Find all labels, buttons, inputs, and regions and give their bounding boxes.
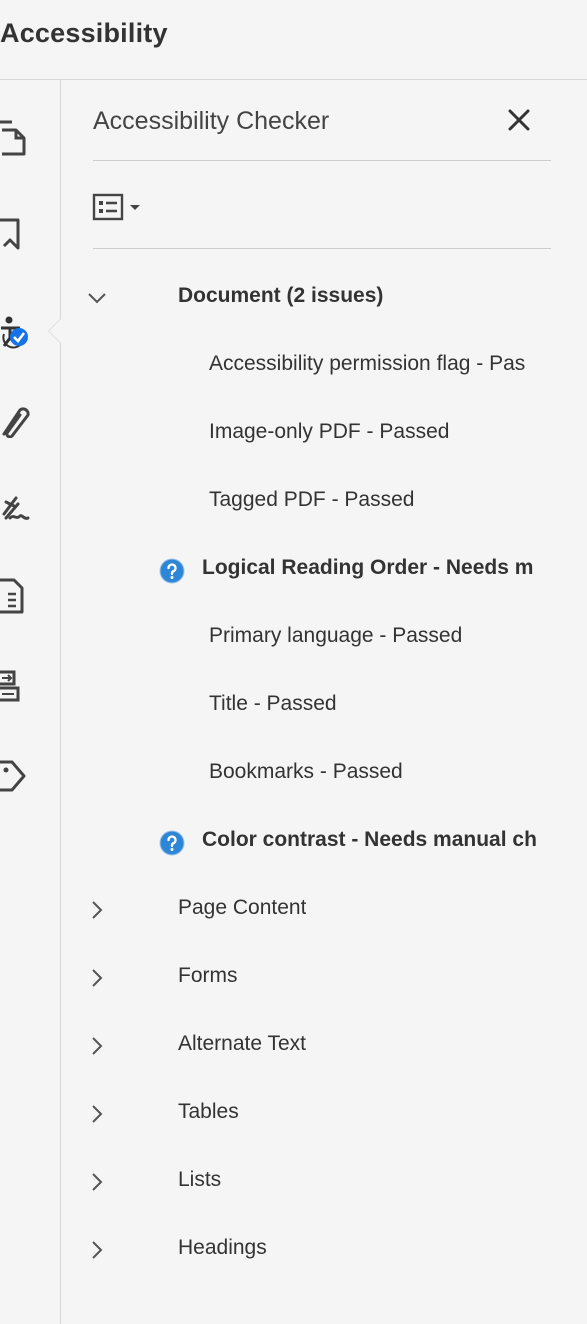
tree-node-label: Lists — [178, 1168, 222, 1191]
tree-node-headings[interactable]: Headings — [61, 1228, 587, 1272]
tree-item-label: Title - Passed — [209, 692, 337, 715]
bookmark-icon[interactable] — [0, 210, 30, 250]
tree-node-forms[interactable]: Forms — [61, 956, 587, 1000]
tree-node-label: Page Content — [178, 896, 307, 919]
chevron-right-icon[interactable] — [85, 1030, 109, 1060]
tree-node-label: Tables — [178, 1100, 239, 1123]
signature-icon[interactable] — [0, 488, 30, 528]
options-button[interactable] — [92, 191, 164, 225]
accessibility-checker-panel: Accessibility Checker Document (2 issues… — [61, 80, 587, 1324]
tree-item-color-contrast[interactable]: Color contrast - Needs manual ch — [61, 820, 587, 864]
accessibility-app: Accessibility Accessibility Checker Docu… — [0, 0, 587, 1324]
tree-item-label: Logical Reading Order - Needs m — [202, 556, 534, 579]
chevron-right-icon[interactable] — [85, 1098, 109, 1128]
tree-item-bookmarks[interactable]: Bookmarks - Passed — [61, 752, 587, 796]
tree-node-lists[interactable]: Lists — [61, 1160, 587, 1204]
tree-item-primary-language[interactable]: Primary language - Passed — [61, 616, 587, 660]
chevron-right-icon[interactable] — [85, 894, 109, 924]
tree-node-document[interactable]: Document (2 issues) — [61, 276, 587, 320]
tags-icon[interactable] — [0, 756, 30, 796]
tree-node-label: Forms — [178, 964, 238, 987]
tree-node-label: Alternate Text — [178, 1032, 307, 1055]
tree-item-accessibility-permission-flag[interactable]: Accessibility permission flag - Pas — [61, 344, 587, 388]
tree-node-label: Document (2 issues) — [178, 284, 384, 307]
tree-item-title[interactable]: Title - Passed — [61, 684, 587, 728]
panel-divider-top — [93, 160, 551, 161]
tree-item-label: Accessibility permission flag - Pas — [209, 352, 526, 375]
tool-rail — [0, 80, 60, 1324]
chevron-down-icon — [130, 205, 140, 210]
app-title: Accessibility — [0, 18, 168, 48]
tree-item-logical-reading-order[interactable]: Logical Reading Order - Needs m — [61, 548, 587, 592]
accessibility-check-icon[interactable] — [0, 310, 30, 350]
tree-item-label: Image-only PDF - Passed — [209, 420, 450, 443]
tree-item-label: Color contrast - Needs manual ch — [202, 828, 537, 851]
tree-item-label: Primary language - Passed — [209, 624, 463, 647]
options-list-icon — [92, 193, 140, 221]
chevron-right-icon[interactable] — [85, 962, 109, 992]
panel-divider-toolbar — [93, 248, 551, 249]
tree-node-alternate-text[interactable]: Alternate Text — [61, 1024, 587, 1068]
tree-item-tagged-pdf[interactable]: Tagged PDF - Passed — [61, 480, 587, 524]
chevron-down-icon[interactable] — [85, 282, 109, 312]
chevron-right-icon[interactable] — [85, 1234, 109, 1264]
tree-item-label: Tagged PDF - Passed — [209, 488, 415, 511]
tree-item-label: Bookmarks - Passed — [209, 760, 403, 783]
tree-node-tables[interactable]: Tables — [61, 1092, 587, 1136]
attachment-paperclip-icon[interactable] — [0, 398, 30, 438]
panel-title: Accessibility Checker — [93, 107, 330, 135]
active-tool-indicator — [48, 318, 61, 344]
tree-node-label: Headings — [178, 1236, 267, 1259]
close-button[interactable] — [501, 102, 537, 138]
close-icon — [508, 109, 530, 131]
help-question-icon — [159, 558, 185, 584]
content-document-icon[interactable] — [0, 576, 30, 616]
tree-item-image-only-pdf[interactable]: Image-only PDF - Passed — [61, 412, 587, 456]
help-question-icon — [159, 830, 185, 856]
chevron-right-icon[interactable] — [85, 1166, 109, 1196]
tree-node-page-content[interactable]: Page Content — [61, 888, 587, 932]
order-pages-icon[interactable] — [0, 664, 30, 704]
page-thumbnails-icon[interactable] — [0, 118, 30, 158]
